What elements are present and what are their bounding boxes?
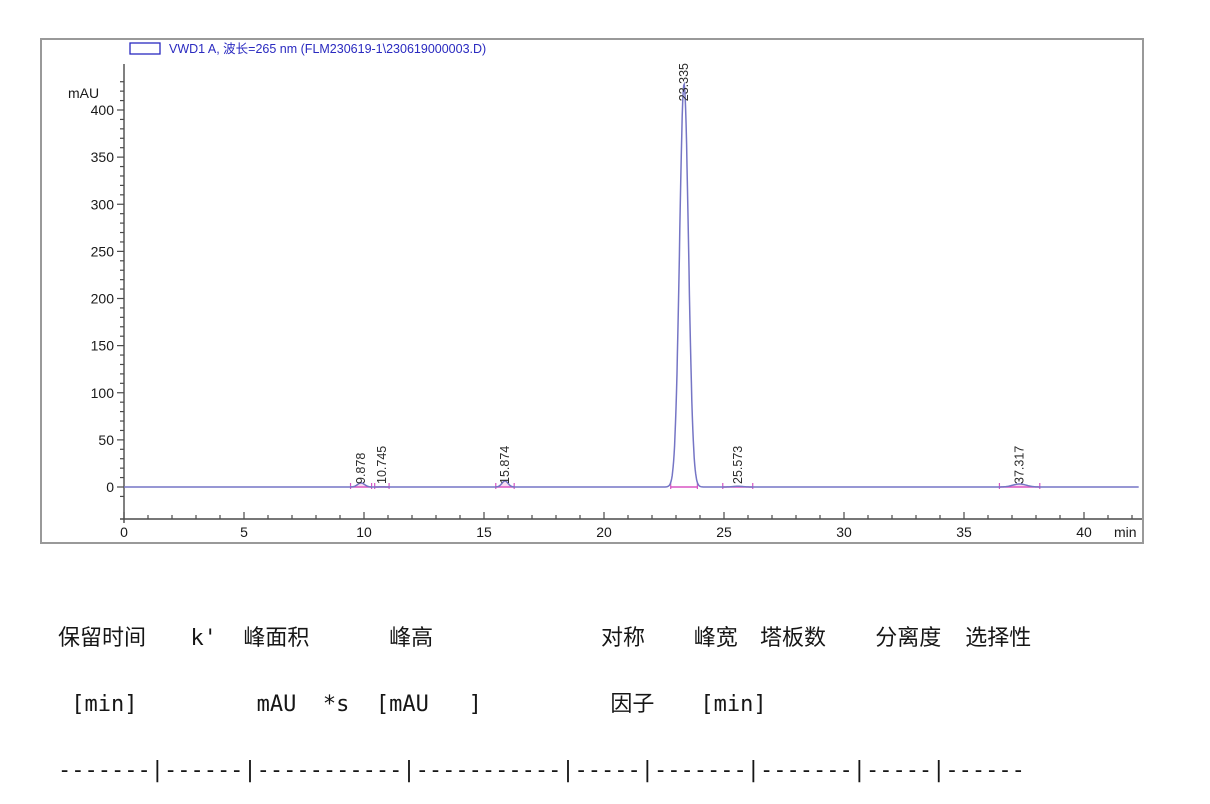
signal-trace	[124, 84, 1139, 487]
x-axis-tick-label: 40	[1076, 524, 1092, 540]
col-header-selectivity: 选择性	[965, 628, 1031, 650]
x-axis-unit-label: min	[1114, 524, 1137, 540]
legend-swatch	[130, 43, 160, 54]
col-header-plates: 塔板数	[760, 628, 826, 650]
col-header-retention-time: 保留时间	[58, 628, 146, 650]
y-axis-tick-label: 50	[98, 432, 114, 448]
peak-label: 23.335	[677, 63, 691, 101]
y-axis-tick-label: 400	[91, 102, 115, 118]
peak-label: 15.874	[498, 446, 512, 484]
col-header-k-prime: k'	[190, 628, 217, 650]
x-axis-tick-label: 30	[836, 524, 852, 540]
col-unit-symmetry: 因子	[610, 694, 654, 716]
peak-results-table: 保留时间 k' 峰面积 峰高 对称 峰宽 塔板数 分离度 选择性 [min] m…	[58, 584, 1158, 804]
x-axis-tick-label: 0	[120, 524, 128, 540]
col-header-resolution: 分离度	[875, 628, 941, 650]
col-unit-retention-min: [min]	[71, 694, 137, 716]
col-unit-width-min: [min]	[700, 694, 766, 716]
col-header-symmetry: 对称	[601, 628, 645, 650]
peak-label: 37.317	[1013, 446, 1027, 484]
y-axis-tick-label: 300	[91, 196, 115, 212]
peak-label: 10.745	[375, 446, 389, 484]
y-axis-tick-label: 100	[91, 385, 115, 401]
chromatogram-panel: 0 50 100 150 200 250 300 350 400mAU 0 5 10 15 20 25 30 3…	[40, 38, 1144, 544]
table-header-line1: 保留时间 k' 峰面积 峰高 对称 峰宽 塔板数 分离度 选择性	[58, 628, 1158, 650]
chromatogram-report-page: 0 50 100 150 200 250 300 350 400mAU 0 5 10 15 20 25 30 3…	[0, 0, 1210, 804]
y-axis-tick-label: 200	[91, 291, 115, 307]
col-header-peak-area: 峰面积	[243, 628, 309, 650]
y-axis-tick-label: 0	[106, 479, 114, 495]
legend-label: VWD1 A, 波长=265 nm (FLM230619-1\230619000…	[169, 42, 486, 56]
x-axis-tick-label: 15	[476, 524, 492, 540]
col-unit-area: mAU *s	[257, 694, 350, 716]
y-axis-unit-label: mAU	[68, 85, 99, 101]
x-axis-tick-label: 10	[356, 524, 372, 540]
y-axis-tick-label: 350	[91, 149, 115, 165]
col-header-peak-height: 峰高	[389, 628, 433, 650]
y-axis-tick-label: 150	[91, 338, 115, 354]
peak-label: 9.878	[354, 453, 368, 484]
x-axis-tick-label: 35	[956, 524, 972, 540]
col-unit-height: [mAU ]	[376, 694, 482, 716]
col-header-peak-width: 峰宽	[694, 628, 738, 650]
chromatogram-chart: 0 50 100 150 200 250 300 350 400mAU 0 5 10 15 20 25 30 3…	[42, 40, 1142, 542]
table-header-line2: [min] mAU *s [mAU ] 因子 [min]	[58, 694, 1158, 716]
peak-label: 25.573	[731, 446, 745, 484]
x-axis-tick-label: 20	[596, 524, 612, 540]
table-separator: -------|------|-----------|-----------|-…	[58, 760, 1158, 782]
x-axis-tick-label: 25	[716, 524, 732, 540]
y-axis-tick-label: 250	[91, 243, 115, 259]
x-axis-tick-label: 5	[240, 524, 248, 540]
